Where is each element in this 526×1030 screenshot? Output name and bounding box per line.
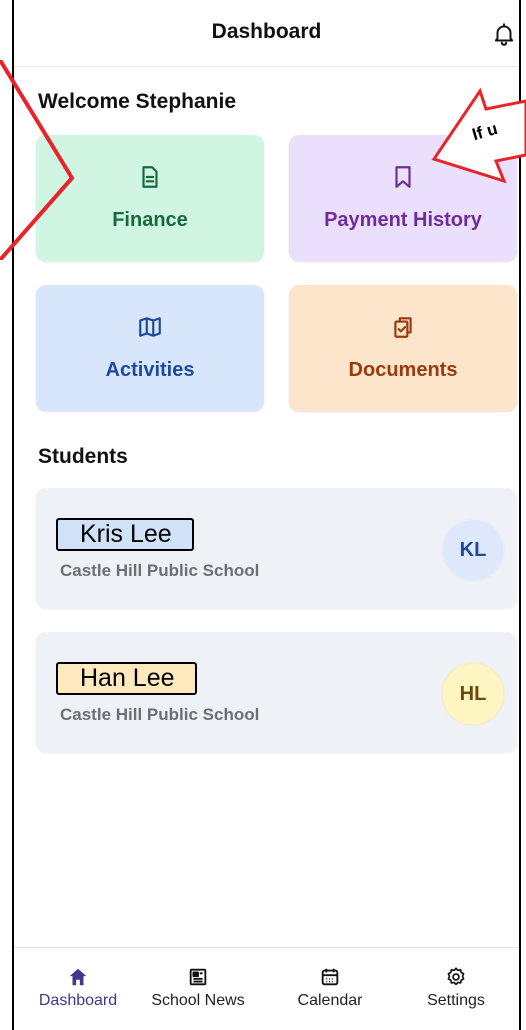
clipboard-icon (390, 314, 416, 345)
gear-icon (396, 966, 516, 988)
calendar-icon (270, 966, 390, 988)
activities-label: Activities (105, 359, 195, 381)
student-school: Castle Hill Public School (60, 561, 260, 580)
payment-history-card[interactable]: Payment History (289, 135, 517, 261)
finance-label: Finance (112, 209, 188, 231)
student-name: Kris Lee (56, 518, 194, 551)
student-name: Han Lee (56, 662, 197, 695)
top-app-bar: Dashboard (14, 0, 519, 67)
document-icon (137, 164, 163, 195)
app-screen: Dashboard Welcome Stephanie Finance Paym… (12, 0, 521, 1030)
tab-label: Settings (427, 992, 485, 1009)
tab-school-news[interactable]: School News (138, 960, 258, 1010)
payment-history-label: Payment History (324, 209, 482, 231)
bell-icon[interactable] (491, 20, 517, 48)
documents-label: Documents (348, 359, 458, 381)
tab-label: Calendar (297, 992, 363, 1009)
avatar: KL (441, 518, 505, 582)
tab-dashboard[interactable]: Dashboard (18, 960, 138, 1010)
students-heading: Students (38, 445, 128, 468)
tab-label: Dashboard (38, 992, 118, 1009)
welcome-heading: Welcome Stephanie (38, 90, 237, 113)
bookmark-icon (390, 164, 416, 195)
page-title: Dashboard (211, 20, 322, 43)
student-card-han-lee[interactable]: Han Lee Castle Hill Public School HL (36, 632, 517, 752)
documents-card[interactable]: Documents (289, 285, 517, 411)
student-card-kris-lee[interactable]: Kris Lee Castle Hill Public School KL (36, 488, 517, 608)
avatar: HL (441, 662, 505, 726)
bottom-tab-bar: Dashboard School News Calendar Settings (14, 947, 519, 1030)
student-school: Castle Hill Public School (60, 705, 260, 724)
activities-card[interactable]: Activities (36, 285, 264, 411)
finance-card[interactable]: Finance (36, 135, 264, 261)
home-icon (18, 966, 138, 988)
tab-settings[interactable]: Settings (396, 960, 516, 1010)
tab-calendar[interactable]: Calendar (270, 960, 390, 1010)
map-icon (137, 314, 163, 345)
tab-label: School News (151, 992, 245, 1009)
newspaper-icon (138, 966, 258, 988)
